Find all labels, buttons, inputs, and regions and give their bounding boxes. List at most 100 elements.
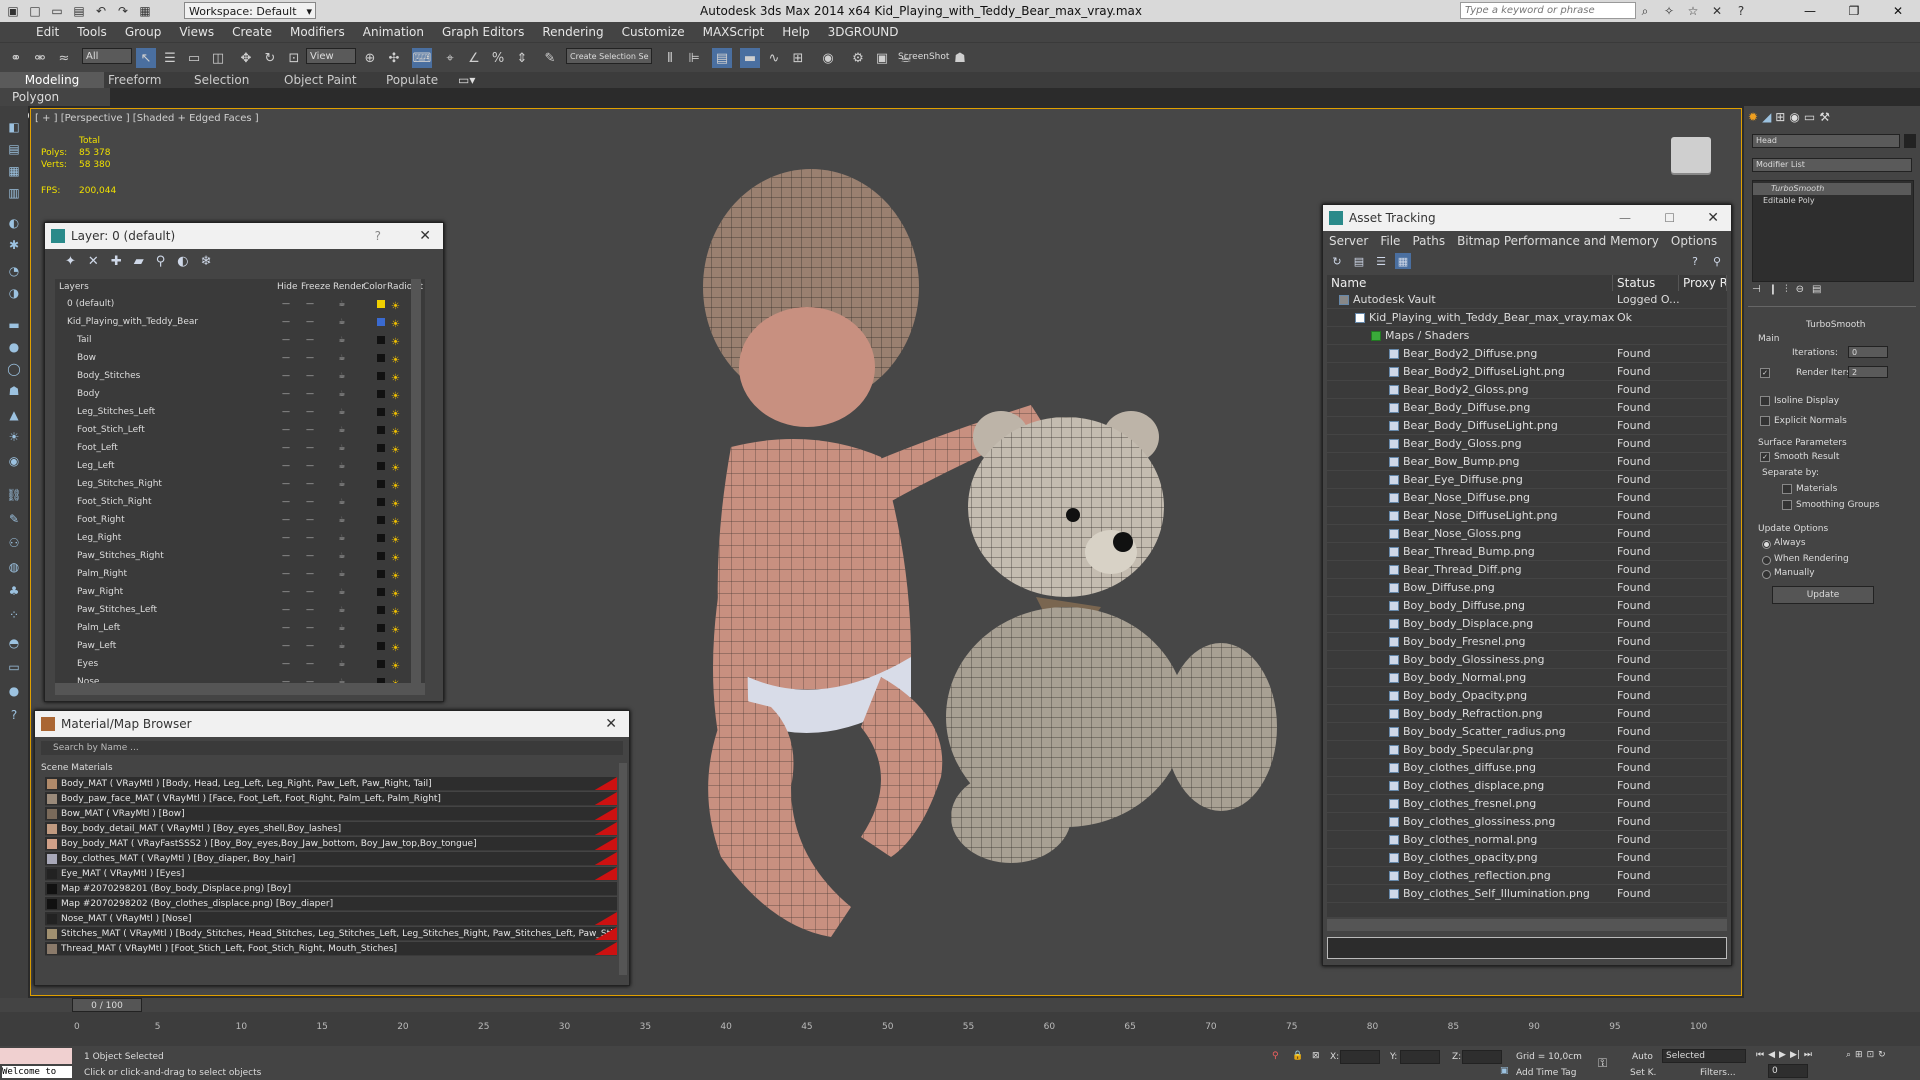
iterations-spinner[interactable]: 0 [1848, 346, 1888, 358]
material-row[interactable]: Boy_body_detail_MAT ( VRayMtl ) [Boy_eye… [45, 822, 617, 836]
open-file-icon[interactable]: ▭ [48, 2, 66, 20]
pin-stack-icon[interactable]: ⊣ [1752, 284, 1761, 295]
hide-toggle[interactable]: — [281, 425, 291, 435]
selection-filter-dropdown[interactable]: All [82, 48, 132, 64]
layer-row[interactable]: Paw_Left — — ☕ ☀ [55, 637, 415, 655]
object-color-swatch[interactable] [1904, 134, 1916, 148]
asset-row[interactable]: Boy_clothes_diffuse.png Found [1327, 759, 1727, 777]
tab-object-paint[interactable]: Object Paint [284, 72, 357, 88]
track-bar[interactable]: 0 5 10 15 20 25 30 35 40 45 50 55 60 65 70 75 80 85 90 95 10… [0, 1012, 1920, 1046]
help-icon[interactable]: ? [1732, 2, 1750, 20]
material-search-input[interactable]: Search by Name ... [41, 741, 623, 755]
time-tag-icon[interactable]: ▣ [1500, 1066, 1509, 1076]
y-field[interactable] [1400, 1050, 1440, 1064]
grid-icon[interactable]: ▥ [5, 184, 23, 202]
freeze-toggle[interactable]: — [305, 497, 315, 507]
render-toggle[interactable]: ☕ [337, 353, 347, 363]
render-toggle[interactable]: ☕ [337, 623, 347, 633]
hide-toggle[interactable]: — [281, 371, 291, 381]
refresh-icon[interactable]: ↻ [1329, 253, 1345, 269]
material-row[interactable]: Map #2070298201 (Boy_body_Displace.png) … [45, 882, 617, 896]
hide-toggle[interactable]: — [281, 515, 291, 525]
add-to-layer-icon[interactable]: ✚ [111, 254, 122, 269]
freeze-toggle[interactable]: — [305, 443, 315, 453]
hide-toggle[interactable]: — [281, 605, 291, 615]
layer-row[interactable]: Kid_Playing_with_Teddy_Bear — — ☕ ☀ [55, 313, 415, 331]
freeze-toggle[interactable]: — [305, 425, 315, 435]
layer-color-swatch[interactable] [377, 336, 385, 344]
materials-checkbox[interactable] [1782, 484, 1792, 494]
menu-customize[interactable]: Customize [622, 25, 685, 39]
asset-row[interactable]: Boy_clothes_glossiness.png Found [1327, 813, 1727, 831]
menu-views[interactable]: Views [179, 25, 214, 39]
asset-row[interactable]: Bear_Bow_Bump.png Found [1327, 453, 1727, 471]
column-layers[interactable]: Layers [59, 279, 89, 295]
schematic-view-icon[interactable]: ⊞ [788, 48, 808, 68]
menu-help[interactable]: Help [782, 25, 809, 39]
hide-toggle[interactable]: — [281, 461, 291, 471]
sphere-blue-icon[interactable]: ● [5, 682, 23, 700]
show-end-result-icon[interactable]: ❙ [1769, 284, 1777, 295]
rendered-frame-icon[interactable]: ▣ [872, 48, 892, 68]
asset-row[interactable]: Boy_body_Opacity.png Found [1327, 687, 1727, 705]
material-row[interactable]: Boy_clothes_MAT ( VRayMtl ) [Boy_diaper,… [45, 852, 617, 866]
binoculars-icon[interactable]: ⌕ [1636, 2, 1654, 20]
render-toggle[interactable]: ☕ [337, 551, 347, 561]
motion-tab-icon[interactable]: ◉ [1789, 110, 1799, 124]
maxscript-listener[interactable] [0, 1048, 72, 1064]
layer-row[interactable]: Leg_Stitches_Left — — ☕ ☀ [55, 403, 415, 421]
layer-dialog-titlebar[interactable]: Layer: 0 (default) ? ✕ [45, 223, 443, 249]
render-toggle[interactable]: ☕ [337, 515, 347, 525]
list-icon[interactable]: ☰ [1373, 253, 1389, 269]
asset-row[interactable]: Boy_body_Specular.png Found [1327, 741, 1727, 759]
hide-toggle[interactable]: — [281, 407, 291, 417]
render-toggle[interactable]: ☕ [337, 317, 347, 327]
freeze-toggle[interactable]: — [305, 641, 315, 651]
named-selection-dropdown[interactable]: Create Selection Se [566, 48, 652, 64]
asset-row[interactable]: Bear_Nose_Gloss.png Found [1327, 525, 1727, 543]
hide-toggle[interactable]: — [281, 569, 291, 579]
go-to-start-icon[interactable]: ⏮ [1756, 1050, 1764, 1060]
freeze-toggle[interactable]: — [305, 335, 315, 345]
freeze-toggle[interactable]: — [305, 371, 315, 381]
x-field[interactable] [1340, 1050, 1380, 1064]
create-tab-icon[interactable]: ✹ [1748, 110, 1758, 124]
maximize-icon[interactable]: ❐ [1832, 0, 1876, 22]
file-icon[interactable]: ▤ [1351, 253, 1367, 269]
minimize-icon[interactable]: — [1619, 205, 1631, 231]
set-key-button[interactable]: Set K. [1630, 1068, 1656, 1078]
undo-icon[interactable]: ↶ [92, 2, 110, 20]
scene-materials-header[interactable]: Scene Materials [41, 763, 113, 773]
next-frame-icon[interactable]: ▶| [1790, 1050, 1800, 1060]
asset-row[interactable]: Boy_clothes_normal.png Found [1327, 831, 1727, 849]
paint-icon[interactable]: ✎ [5, 510, 23, 528]
material-editor-icon[interactable]: ◉ [818, 48, 838, 68]
hide-toggle[interactable]: — [281, 623, 291, 633]
hide-toggle[interactable]: — [281, 389, 291, 399]
link-chain-icon[interactable]: ⛓ [5, 486, 23, 504]
key-filter-dropdown[interactable]: Selected [1662, 1049, 1746, 1063]
asset-row[interactable]: Boy_clothes_opacity.png Found [1327, 849, 1727, 867]
freeze-toggle[interactable]: — [305, 623, 315, 633]
asset-menu-options[interactable]: Options [1671, 234, 1717, 248]
snapshot-icon[interactable]: ◔ [5, 262, 23, 280]
asset-row[interactable]: Autodesk Vault Logged O... [1327, 291, 1727, 309]
smooth-result-checkbox[interactable]: ✓ [1760, 452, 1770, 462]
material-row[interactable]: Bow_MAT ( VRayMtl ) [Bow] [45, 807, 617, 821]
material-row[interactable]: Map #2070298202 (Boy_clothes_displace.pn… [45, 897, 617, 911]
asset-row[interactable]: Boy_body_Normal.png Found [1327, 669, 1727, 687]
remove-modifier-icon[interactable]: ⊖ [1796, 284, 1804, 295]
render-icon[interactable]: ◓ [5, 634, 23, 652]
time-slider[interactable]: 0 / 100 [72, 998, 142, 1012]
turbosmooth-rollout-title[interactable]: TurboSmooth [1806, 320, 1865, 330]
render-toggle[interactable]: ☕ [337, 335, 347, 345]
display-tab-icon[interactable]: ▭ [1804, 110, 1815, 124]
project-folder-icon[interactable]: ▦ [136, 2, 154, 20]
freeze-toggle[interactable]: — [305, 659, 315, 669]
highlight-layer-icon[interactable]: ⚲ [156, 254, 166, 269]
new-file-icon[interactable]: □ [26, 2, 44, 20]
torus-icon[interactable]: ◯ [5, 360, 23, 378]
asset-row[interactable]: Bear_Thread_Diff.png Found [1327, 561, 1727, 579]
asset-row[interactable]: Bow_Diffuse.png Found [1327, 579, 1727, 597]
search-input[interactable]: Type a keyword or phrase [1460, 2, 1636, 19]
